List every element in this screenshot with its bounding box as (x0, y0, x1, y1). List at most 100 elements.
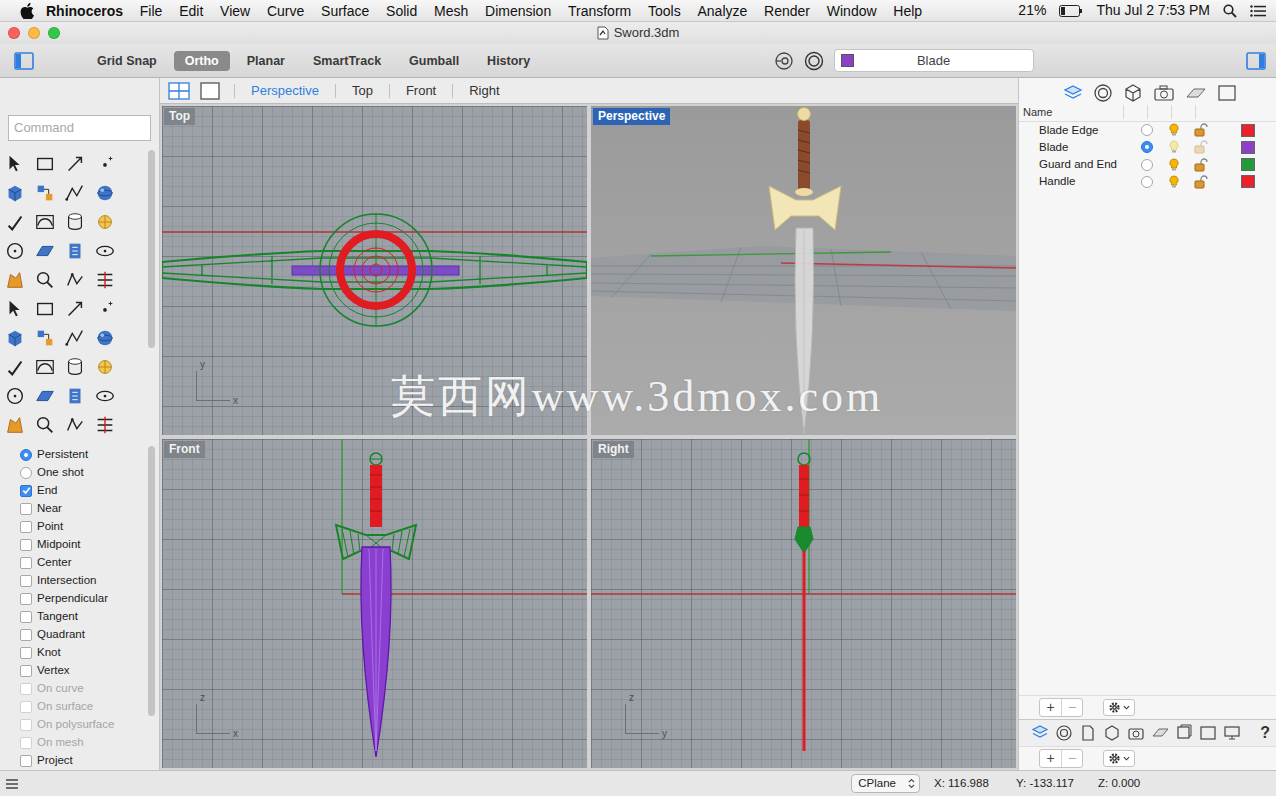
menu-item[interactable]: File (131, 1, 170, 21)
osnap-item[interactable]: Perpendicular (20, 590, 114, 608)
remove-secondary-button[interactable]: − (1061, 750, 1082, 767)
tool-icon[interactable] (94, 269, 116, 291)
osnap-item[interactable]: Intersection (20, 572, 114, 590)
osnap-scrollbar[interactable] (148, 446, 155, 716)
lock-icon[interactable] (1193, 140, 1208, 154)
viewport[interactable]: Perspective (591, 106, 1016, 435)
lock-icon[interactable] (1193, 175, 1208, 189)
osnap-checkbox[interactable] (20, 611, 32, 623)
gear-icon[interactable] (1108, 701, 1121, 714)
snapshots-icon[interactable] (1175, 724, 1193, 742)
tool-button[interactable] (0, 179, 30, 208)
object-icon[interactable] (1123, 83, 1143, 103)
tool-icon[interactable] (34, 240, 56, 262)
tool-icon[interactable] (64, 414, 86, 436)
layer-row[interactable]: Blade Edge (1019, 122, 1276, 139)
osnap-checkbox[interactable] (20, 503, 32, 515)
caret-icon[interactable] (1123, 756, 1130, 761)
layer-row[interactable]: Blade (1019, 139, 1276, 156)
search-icon[interactable] (1223, 4, 1237, 18)
tool-button[interactable] (0, 411, 30, 440)
tool-icon[interactable] (34, 269, 56, 291)
tool-button[interactable] (60, 382, 90, 411)
menu-item[interactable]: View (212, 1, 259, 21)
menu-item[interactable]: Window (818, 1, 885, 21)
osnap-checkbox[interactable] (20, 665, 32, 677)
display-icon[interactable] (1223, 724, 1241, 742)
tool-button[interactable] (60, 411, 90, 440)
tool-icon[interactable] (4, 414, 26, 436)
osnap-item[interactable]: Center (20, 554, 114, 572)
menu-item[interactable]: Analyze (689, 1, 756, 21)
minimize-button[interactable] (28, 27, 40, 39)
mode-label[interactable]: Persistent (37, 446, 88, 463)
tool-icon[interactable] (64, 182, 86, 204)
osnap-checkbox[interactable] (20, 557, 32, 569)
tool-button[interactable] (30, 150, 60, 179)
mode-toggle[interactable]: Planar (236, 51, 296, 71)
cplane-label[interactable]: CPlane (858, 775, 896, 792)
tool-icon[interactable] (4, 240, 26, 262)
material-icon[interactable] (804, 51, 824, 71)
osnap-checkbox[interactable] (20, 755, 32, 767)
tool-button[interactable] (30, 411, 60, 440)
app-menu[interactable]: Rhinoceros (34, 1, 131, 21)
tool-icon[interactable] (64, 356, 86, 378)
layer-name[interactable]: Guard and End (1039, 156, 1133, 173)
layer-color-swatch[interactable] (1241, 158, 1255, 171)
menu-item[interactable]: Solid (378, 1, 426, 21)
cplane-select[interactable]: CPlane (851, 774, 920, 793)
bulb-icon[interactable] (1168, 158, 1180, 172)
lock-icon[interactable] (1193, 158, 1208, 172)
osnap-item[interactable]: Tangent (20, 608, 114, 626)
osnap-label[interactable]: Quadrant (37, 626, 85, 643)
viewport-label[interactable]: Perspective (593, 108, 670, 125)
tool-button[interactable] (60, 150, 90, 179)
tool-icon[interactable] (64, 269, 86, 291)
tool-icon[interactable] (34, 356, 56, 378)
viewport-tab[interactable]: Perspective (234, 84, 335, 98)
sidebar-toggle-icon[interactable] (14, 52, 34, 70)
lock-icon[interactable] (1193, 123, 1208, 137)
tool-button[interactable] (0, 353, 30, 382)
layer-name[interactable]: Blade (1039, 139, 1133, 156)
options-button[interactable] (1103, 699, 1135, 716)
tool-button[interactable] (90, 295, 120, 324)
current-layer-radio[interactable] (1141, 124, 1153, 136)
osnap-item[interactable]: Near (20, 500, 114, 518)
tool-icon[interactable] (64, 240, 86, 262)
tool-button[interactable] (90, 179, 120, 208)
tool-icon[interactable] (64, 327, 86, 349)
tool-icon[interactable] (4, 211, 26, 233)
bulb-icon[interactable] (1168, 123, 1180, 137)
mode-radio[interactable] (20, 449, 32, 461)
tool-button[interactable] (0, 324, 30, 353)
zoom-button[interactable] (48, 27, 60, 39)
tool-button[interactable] (0, 208, 30, 237)
four-view-icon[interactable] (168, 82, 190, 100)
viewport-tab[interactable]: Right (452, 84, 515, 98)
tool-icon[interactable] (94, 385, 116, 407)
bulb-icon[interactable] (1168, 175, 1180, 189)
menu-item[interactable]: Curve (259, 1, 313, 21)
tool-icon[interactable] (4, 269, 26, 291)
menu-item[interactable]: Render (756, 1, 819, 21)
osnap-label[interactable]: Project (37, 752, 73, 769)
tool-icon[interactable] (34, 182, 56, 204)
layer-color-swatch[interactable] (1241, 175, 1255, 188)
properties-icon[interactable] (1093, 83, 1113, 103)
apple-icon[interactable] (20, 3, 34, 19)
osnap-mode[interactable]: One shot (20, 464, 114, 482)
osnap-item[interactable]: Project (20, 752, 114, 770)
osnap-label[interactable]: Tangent (37, 608, 78, 625)
tool-icon[interactable] (94, 211, 116, 233)
tool-icon[interactable] (4, 385, 26, 407)
tool-icon[interactable] (34, 211, 56, 233)
light-icon[interactable] (1151, 724, 1169, 742)
osnap-item[interactable]: Point (20, 518, 114, 536)
tool-icon[interactable] (94, 414, 116, 436)
tool-button[interactable] (60, 266, 90, 295)
add-secondary-button[interactable]: + (1040, 750, 1061, 767)
camera-icon[interactable] (1127, 724, 1145, 742)
viewport[interactable]: Frontzx (162, 439, 587, 768)
